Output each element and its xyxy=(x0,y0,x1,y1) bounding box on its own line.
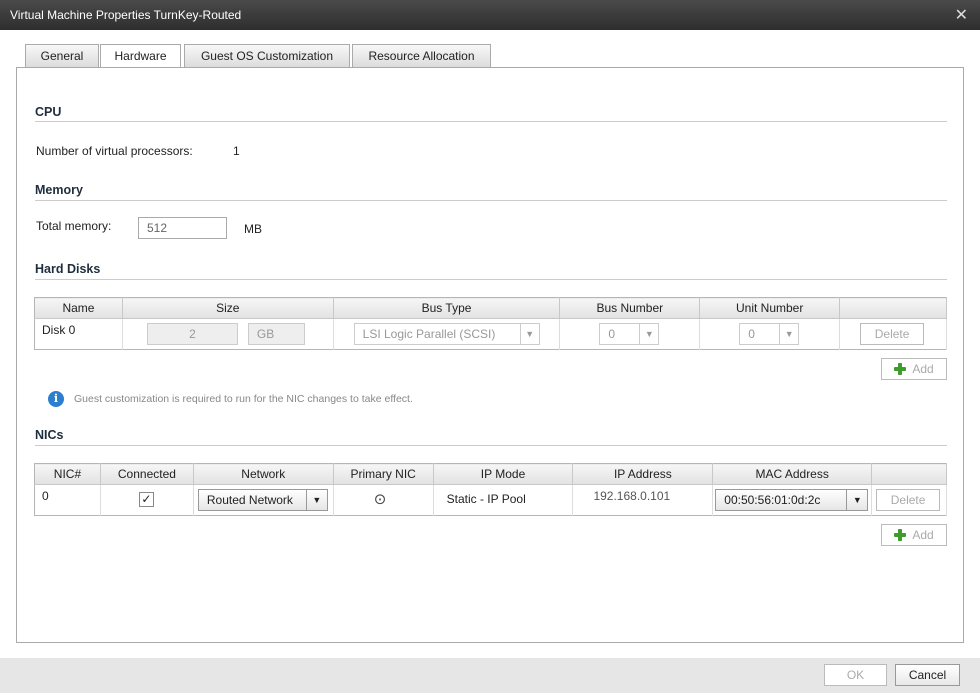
connected-checkbox[interactable]: ✓ xyxy=(138,492,154,507)
network-value: Routed Network xyxy=(206,493,293,507)
plus-icon xyxy=(894,529,907,541)
chevron-down-icon: ▼ xyxy=(846,490,867,510)
memory-unit: MB xyxy=(244,222,262,236)
column-header: Unit Number xyxy=(699,297,841,319)
column-header: Primary NIC xyxy=(333,463,434,485)
nic-network-cell: Routed Network ▼ xyxy=(193,484,334,516)
nic-delete-button[interactable]: Delete xyxy=(876,489,941,511)
nic-ip-mode-cell: Static - IP Pool xyxy=(433,484,574,516)
nic-number: 0 xyxy=(42,489,49,503)
nics-divider xyxy=(35,445,947,446)
disks-divider xyxy=(35,279,947,280)
window-title: Virtual Machine Properties TurnKey-Route… xyxy=(10,8,242,22)
bus-number-select: 0 ▼ xyxy=(599,323,660,345)
disks-table: Name Size Bus Type Bus Number Unit Numbe… xyxy=(34,297,947,350)
title-bar: Virtual Machine Properties TurnKey-Route… xyxy=(0,0,980,30)
memory-label: Total memory: xyxy=(36,219,112,233)
dialog-body: General Hardware Guest OS Customization … xyxy=(0,30,980,658)
plus-icon xyxy=(894,363,907,375)
app-root: Virtual Machine Properties TurnKey-Route… xyxy=(0,0,980,693)
nic-add-button[interactable]: Add xyxy=(881,524,947,546)
chevron-down-icon: ▼ xyxy=(519,324,539,344)
tab-general[interactable]: General xyxy=(25,44,99,67)
nic-ip-address-cell: 192.168.0.101 xyxy=(572,484,714,516)
column-header: Bus Type xyxy=(333,297,561,319)
column-header: Bus Number xyxy=(559,297,701,319)
nics-section-title: NICs xyxy=(35,428,64,442)
column-header: IP Mode xyxy=(433,463,574,485)
disk-size-input: 2 xyxy=(146,323,238,345)
column-header: Connected xyxy=(100,463,194,485)
unit-number-value: 0 xyxy=(748,327,755,341)
table-row: 0 ✓ Routed Network ▼ ⊙ Static - IP Pool … xyxy=(34,484,947,516)
ok-button[interactable]: OK xyxy=(824,664,887,686)
chevron-down-icon: ▼ xyxy=(779,324,798,344)
memory-section-title: Memory xyxy=(35,183,83,197)
nic-primary-cell: ⊙ xyxy=(333,484,434,516)
column-header: Size xyxy=(122,297,334,319)
disk-bus-number-cell: 0 ▼ xyxy=(559,318,701,350)
column-header xyxy=(839,297,947,319)
column-header xyxy=(871,463,947,485)
tab-resource-allocation[interactable]: Resource Allocation xyxy=(352,44,491,67)
nic-notice-text: Guest customization is required to run f… xyxy=(74,393,413,405)
table-row: Disk 0 2 GB LSI Logic Parallel (SCSI) ▼ xyxy=(34,318,947,350)
nics-header-row: NIC# Connected Network Primary NIC IP Mo… xyxy=(34,463,947,485)
bus-type-value: LSI Logic Parallel (SCSI) xyxy=(362,327,496,341)
cpu-label: Number of virtual processors: xyxy=(36,144,193,158)
nics-table: NIC# Connected Network Primary NIC IP Mo… xyxy=(34,463,947,516)
chevron-down-icon: ▼ xyxy=(305,490,327,510)
close-icon[interactable]: ✕ xyxy=(955,5,968,25)
disk-size-cell: 2 GB xyxy=(122,318,334,350)
disk-name-cell: Disk 0 xyxy=(34,318,123,350)
nic-delete-cell: Delete xyxy=(871,484,947,516)
network-dropdown[interactable]: Routed Network ▼ xyxy=(197,489,328,511)
disks-header-row: Name Size Bus Type Bus Number Unit Numbe… xyxy=(34,297,947,319)
mac-address-dropdown[interactable]: 00:50:56:01:0d:2c ▼ xyxy=(715,489,869,511)
ip-address-value: 192.168.0.101 xyxy=(593,489,671,503)
disks-section-title: Hard Disks xyxy=(35,262,101,276)
disk-delete-button[interactable]: Delete xyxy=(860,323,925,345)
cpu-value: 1 xyxy=(233,144,240,158)
tab-hardware[interactable]: Hardware xyxy=(100,44,181,69)
nic-add-label: Add xyxy=(912,528,934,542)
cpu-divider xyxy=(35,121,947,122)
bus-type-select: LSI Logic Parallel (SCSI) ▼ xyxy=(353,323,540,345)
hardware-panel: CPU Number of virtual processors: 1 Memo… xyxy=(16,67,964,643)
unit-number-select: 0 ▼ xyxy=(739,323,800,345)
disk-name: Disk 0 xyxy=(42,323,76,337)
disk-delete-cell: Delete xyxy=(839,318,947,350)
tab-guest-os-customization[interactable]: Guest OS Customization xyxy=(184,44,350,67)
disk-unit-number-cell: 0 ▼ xyxy=(699,318,841,350)
disk-bus-type-cell: LSI Logic Parallel (SCSI) ▼ xyxy=(333,318,561,350)
chevron-down-icon: ▼ xyxy=(639,324,658,344)
cpu-section-title: CPU xyxy=(35,105,62,119)
mac-address-value: 00:50:56:01:0d:2c xyxy=(724,493,821,507)
nic-connected-cell: ✓ xyxy=(100,484,194,516)
column-header: Network xyxy=(193,463,334,485)
column-header: NIC# xyxy=(34,463,101,485)
dialog-footer: OK Cancel xyxy=(0,658,980,693)
bus-number-value: 0 xyxy=(608,327,616,341)
nic-number-cell: 0 xyxy=(34,484,101,516)
column-header: MAC Address xyxy=(712,463,873,485)
memory-divider xyxy=(35,200,947,201)
disk-add-label: Add xyxy=(912,362,934,376)
column-header: IP Address xyxy=(572,463,714,485)
column-header: Name xyxy=(34,297,123,319)
ip-mode-value: Static - IP Pool xyxy=(446,492,526,506)
cancel-button[interactable]: Cancel xyxy=(895,664,960,686)
disk-add-button[interactable]: Add xyxy=(881,358,947,380)
primary-nic-radio[interactable]: ⊙ xyxy=(374,490,387,508)
info-icon: i xyxy=(48,391,64,407)
disk-size-unit: GB xyxy=(247,323,305,345)
memory-input[interactable]: 512 xyxy=(138,217,227,239)
nic-mac-cell: 00:50:56:01:0d:2c ▼ xyxy=(712,484,873,516)
